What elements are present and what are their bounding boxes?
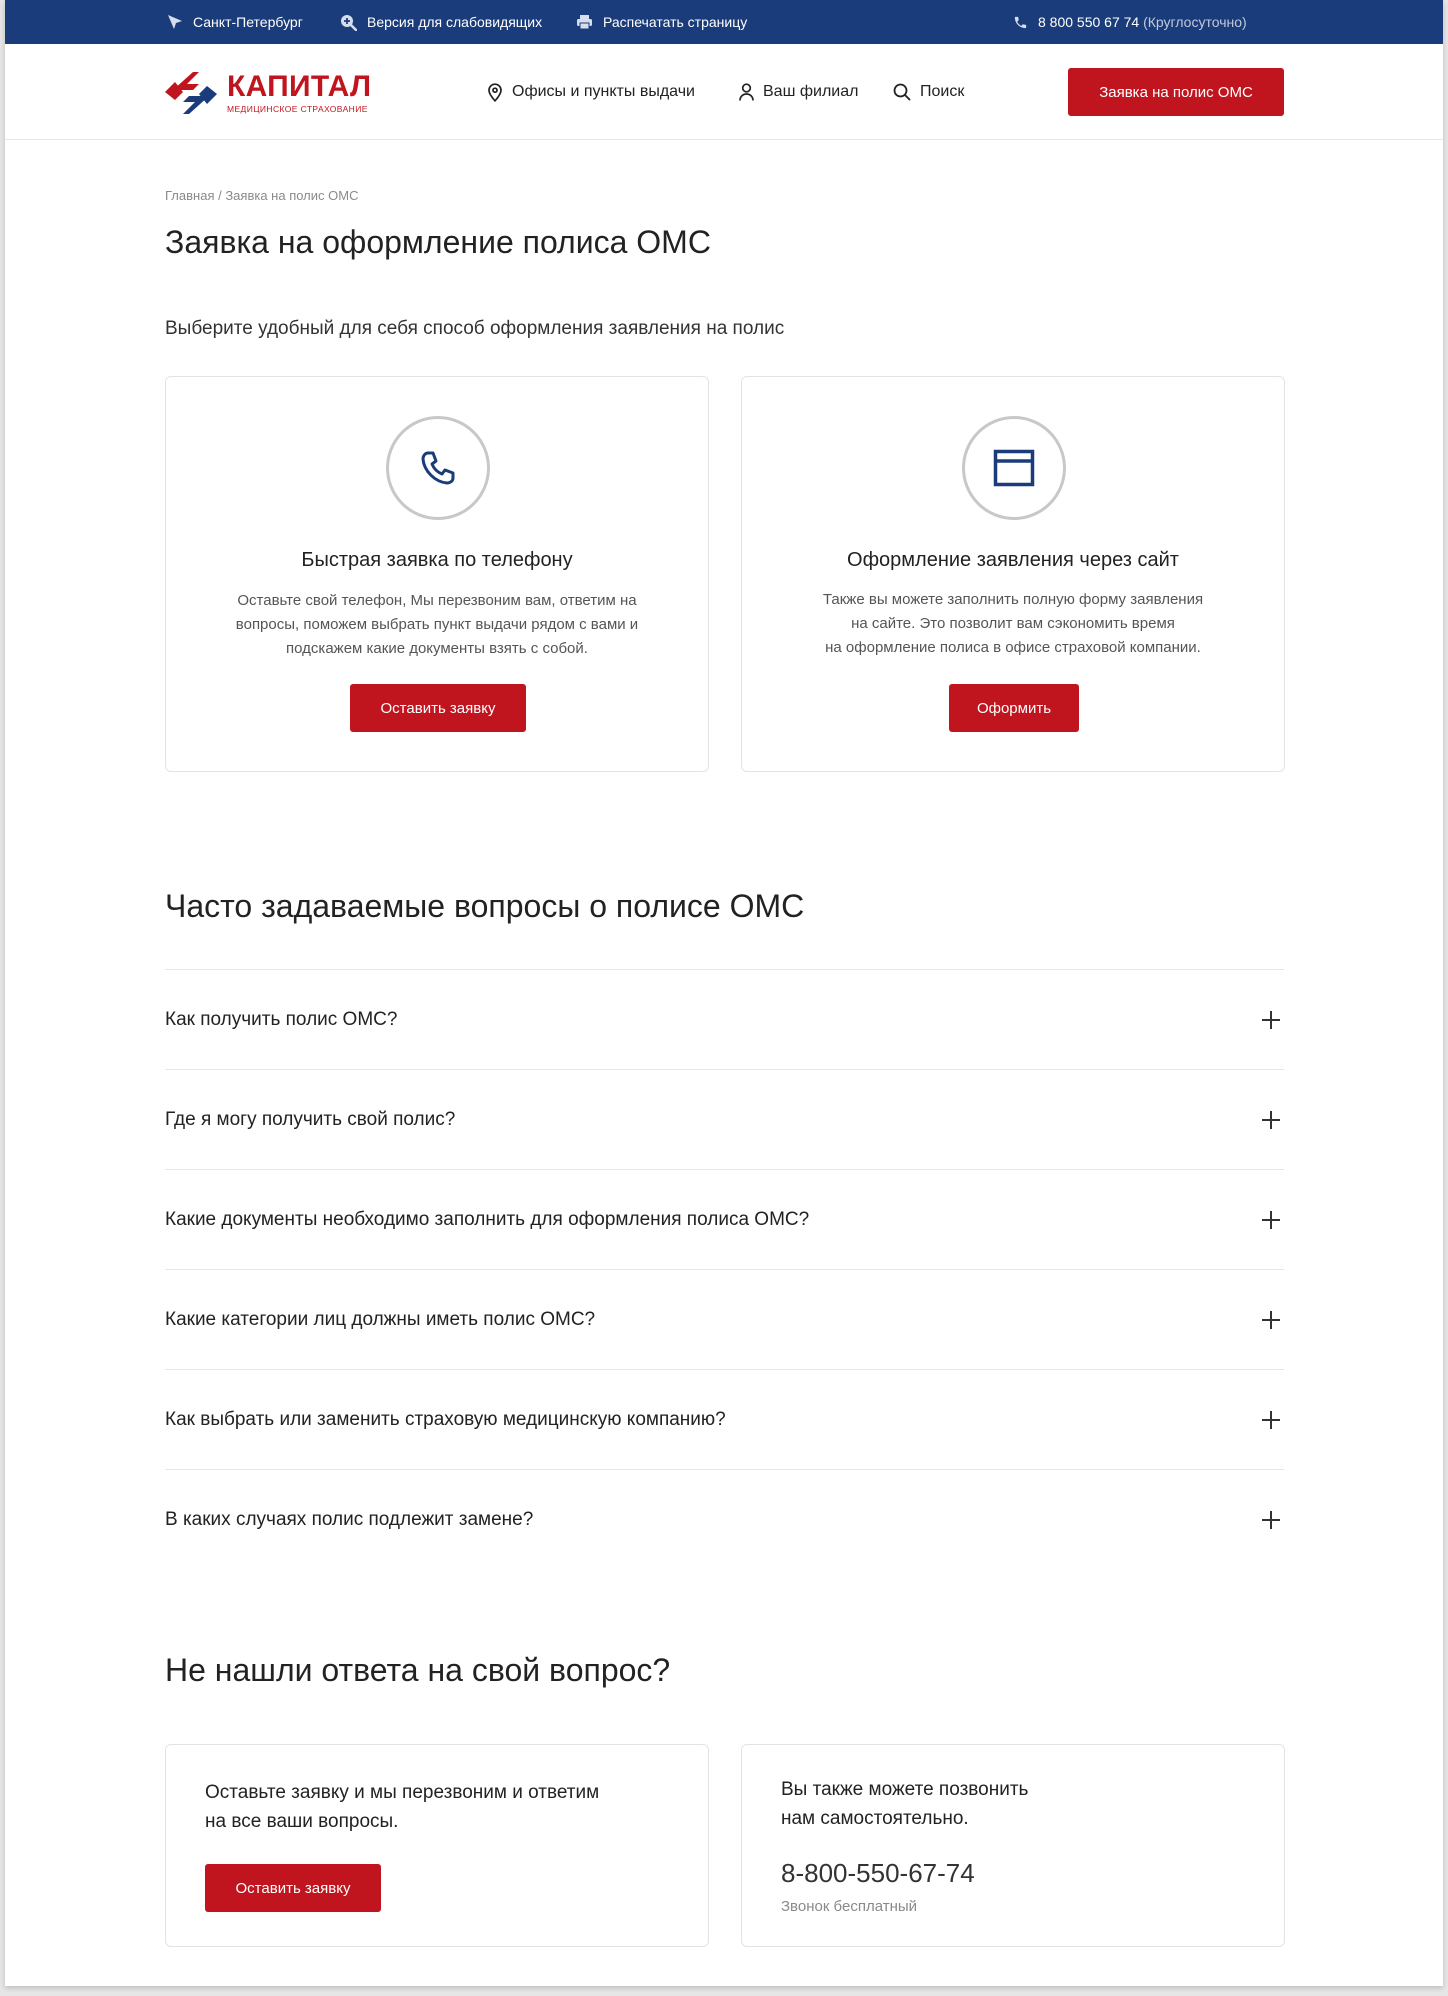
call-us-phone[interactable]: 8-800-550-67-74 (781, 1858, 975, 1889)
callback-text: Оставьте заявку и мы перезвоним и ответи… (205, 1782, 600, 1832)
leave-request-button[interactable]: Оставить заявку (350, 684, 526, 732)
faq-item[interactable]: В каких случаях полис подлежит замене? (165, 1469, 1284, 1569)
logo-name: КАПИТАЛ (227, 70, 372, 104)
breadcrumb: Главная / Заявка на полис ОМС (165, 188, 358, 203)
faq-question: Как выбрать или заменить страховую медиц… (165, 1408, 726, 1430)
breadcrumb-home[interactable]: Главная (165, 188, 214, 203)
nav-offices-label: Офисы и пункты выдачи (512, 83, 695, 100)
page-title: Заявка на оформление полиса ОМС (165, 224, 711, 260)
logo[interactable]: КАПИТАЛ МЕДИЦИНСКОЕ СТРАХОВАНИЕ (163, 70, 371, 116)
breadcrumb-separator: / (214, 188, 226, 203)
faq-question: Где я могу получить свой полис? (165, 1108, 456, 1130)
faq-list: Как получить полис ОМС? Где я могу получ… (165, 969, 1284, 1569)
map-pin-icon (488, 82, 502, 102)
phone-icon (421, 451, 455, 485)
phone-icon (1014, 16, 1027, 28)
phone-card-title: Быстрая заявка по телефону (301, 549, 573, 571)
site-card-description: Также вы можете заполнить полную форму з… (822, 591, 1204, 656)
site-application-card: Оформление заявления через сайт Также вы… (741, 376, 1285, 772)
nav-search[interactable]: Поиск (893, 44, 964, 140)
faq-question: В каких случаях полис подлежит замене? (165, 1508, 534, 1530)
breadcrumb-current: Заявка на полис ОМС (225, 188, 359, 203)
phone-icon-circle (386, 416, 490, 520)
city-selector[interactable]: Санкт-Петербург (167, 0, 303, 44)
help-title: Не нашли ответа на свой вопрос? (165, 1652, 671, 1688)
apply-online-button[interactable]: Оформить (949, 684, 1079, 732)
nav-offices[interactable]: Офисы и пункты выдачи (487, 44, 695, 140)
logo-mark-icon (165, 72, 217, 114)
location-arrow-icon (168, 15, 182, 29)
site-card-title: Оформление заявления через сайт (847, 549, 1179, 571)
plus-icon[interactable] (1262, 1410, 1280, 1429)
plus-icon[interactable] (1262, 1510, 1280, 1529)
nav-branch[interactable]: Ваш филиал (739, 44, 858, 140)
nav-branch-label: Ваш филиал (763, 83, 859, 100)
call-us-card: Вы также можете позвонить нам самостояте… (741, 1744, 1285, 1947)
faq-item[interactable]: Какие документы необходимо заполнить для… (165, 1169, 1284, 1269)
faq-item[interactable]: Какие категории лиц должны иметь полис О… (165, 1269, 1284, 1369)
oms-request-button[interactable]: Заявка на полис ОМС (1068, 68, 1284, 116)
zoom-plus-icon (341, 14, 357, 31)
site-header: КАПИТАЛ МЕДИЦИНСКОЕ СТРАХОВАНИЕ Офисы и … (5, 44, 1443, 140)
top-bar: Санкт-Петербург Версия для слабовидящих … (5, 0, 1443, 44)
print-label: Распечатать страницу (603, 14, 748, 30)
browser-icon-circle (962, 416, 1066, 520)
nav-search-label: Поиск (920, 83, 965, 100)
print-link[interactable]: Распечатать страницу (576, 0, 747, 44)
phone-request-card: Быстрая заявка по телефону Оставьте свой… (165, 376, 709, 772)
call-us-text: Вы также можете позвонить нам самостояте… (781, 1779, 1029, 1829)
page-lead: Выберите удобный для себя способ оформле… (165, 318, 785, 339)
faq-question: Какие категории лиц должны иметь полис О… (165, 1308, 596, 1330)
search-icon (893, 83, 911, 101)
plus-icon[interactable] (1262, 1010, 1280, 1029)
callback-card: Оставьте заявку и мы перезвоним и ответи… (165, 1744, 709, 1947)
call-us-note: Звонок бесплатный (781, 1898, 918, 1915)
faq-question: Какие документы необходимо заполнить для… (165, 1208, 810, 1230)
browser-window-icon (993, 449, 1035, 487)
plus-icon[interactable] (1262, 1310, 1280, 1329)
faq-item[interactable]: Как выбрать или заменить страховую медиц… (165, 1369, 1284, 1469)
printer-icon (577, 15, 592, 30)
hotline-number: 8 800 550 67 74 (1038, 14, 1140, 30)
plus-icon[interactable] (1262, 1110, 1280, 1129)
accessibility-label: Версия для слабовидящих (367, 14, 543, 30)
faq-item[interactable]: Как получить полис ОМС? (165, 969, 1284, 1069)
faq-title: Часто задаваемые вопросы о полисе ОМС (165, 888, 805, 924)
faq-item[interactable]: Где я могу получить свой полис? (165, 1069, 1284, 1169)
accessibility-link[interactable]: Версия для слабовидящих (340, 0, 542, 44)
hotline-hint: (Круглосуточно) (1143, 14, 1247, 30)
city-label: Санкт-Петербург (193, 14, 303, 30)
phone-card-description: Оставьте свой телефон, Мы перезвоним вам… (235, 592, 639, 657)
page: Санкт-Петербург Версия для слабовидящих … (5, 0, 1443, 1986)
faq-question: Как получить полис ОМС? (165, 1008, 398, 1030)
user-icon (739, 83, 754, 101)
callback-request-button[interactable]: Оставить заявку (205, 1864, 381, 1912)
hotline-phone[interactable]: 8 800 550 67 74 (Круглосуточно) (1013, 0, 1247, 44)
logo-subtitle: МЕДИЦИНСКОЕ СТРАХОВАНИЕ (227, 104, 368, 115)
plus-icon[interactable] (1262, 1210, 1280, 1229)
